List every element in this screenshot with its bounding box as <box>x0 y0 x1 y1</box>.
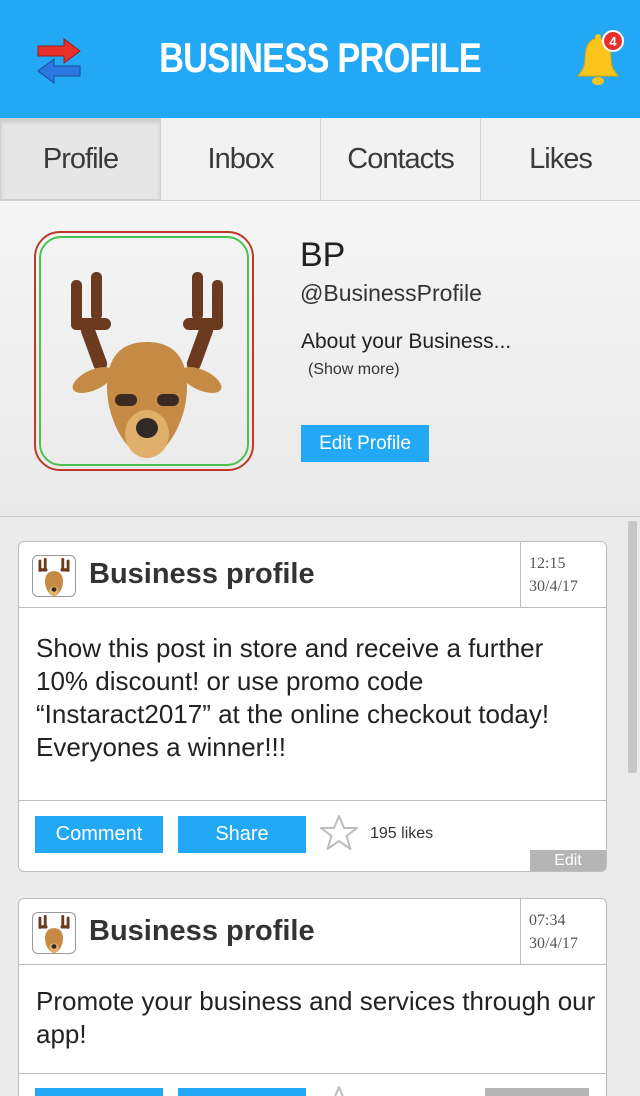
post-timestamp: 07:34 30/4/17 <box>520 899 606 965</box>
tab-contacts[interactable]: Contacts <box>321 118 481 200</box>
share-button[interactable]: Share <box>178 816 306 853</box>
post-time: 07:34 <box>529 912 566 929</box>
post-time: 12:15 <box>529 555 566 572</box>
app-header: BUSINESS PROFILE 4 <box>0 0 640 118</box>
post-body: Promote your business and services throu… <box>36 986 596 1049</box>
post-card: Business profile 12:15 30/4/17 Show this… <box>18 541 607 872</box>
post-timestamp: 12:15 30/4/17 <box>520 542 606 608</box>
post-author: Business profile <box>89 558 315 590</box>
post-avatar[interactable] <box>32 555 76 597</box>
edit-profile-button[interactable]: Edit Profile <box>301 425 429 462</box>
show-more-link[interactable]: (Show more) <box>308 361 400 379</box>
tab-profile[interactable]: Profile <box>0 118 161 200</box>
post-author: Business profile <box>89 915 315 947</box>
post-avatar[interactable] <box>32 912 76 954</box>
app-screen: BUSINESS PROFILE 4 Profile Inbox Contact… <box>0 0 640 1096</box>
tab-bar: Profile Inbox Contacts Likes <box>0 118 640 201</box>
edit-post-button[interactable] <box>485 1088 589 1096</box>
likes-count: 195 likes <box>370 825 434 842</box>
post-card: Business profile 07:34 30/4/17 Promote y… <box>18 898 607 1096</box>
tab-inbox[interactable]: Inbox <box>161 118 321 200</box>
tab-likes[interactable]: Likes <box>481 118 640 200</box>
scrollbar[interactable] <box>628 521 637 773</box>
post-actions: Comment Share 195 likes Edit <box>19 800 606 871</box>
comment-button[interactable]: Comment <box>35 816 163 853</box>
notification-bell-icon[interactable]: 4 <box>574 30 626 86</box>
post-date: 30/4/17 <box>529 578 578 595</box>
post-header: Business profile 07:34 30/4/17 <box>19 899 606 965</box>
deer-icon <box>38 558 70 596</box>
star-icon[interactable] <box>319 1084 359 1096</box>
deer-icon <box>71 272 223 458</box>
profile-about: About your Business... <box>301 330 512 353</box>
profile-avatar[interactable] <box>34 231 254 471</box>
notification-count: 4 <box>609 34 617 49</box>
post-actions <box>19 1073 606 1096</box>
share-button[interactable] <box>178 1088 306 1096</box>
comment-button[interactable] <box>35 1088 163 1096</box>
post-header: Business profile 12:15 30/4/17 <box>19 542 606 608</box>
edit-post-button[interactable]: Edit <box>530 850 606 871</box>
page-title: BUSINESS PROFILE <box>159 34 482 81</box>
profile-handle: @BusinessProfile <box>300 280 482 306</box>
post-body: Show this post in store and receive a fu… <box>36 633 550 762</box>
post-date: 30/4/17 <box>529 935 578 952</box>
profile-name: BP <box>300 236 346 274</box>
star-icon[interactable] <box>319 813 359 853</box>
deer-icon <box>38 915 70 953</box>
